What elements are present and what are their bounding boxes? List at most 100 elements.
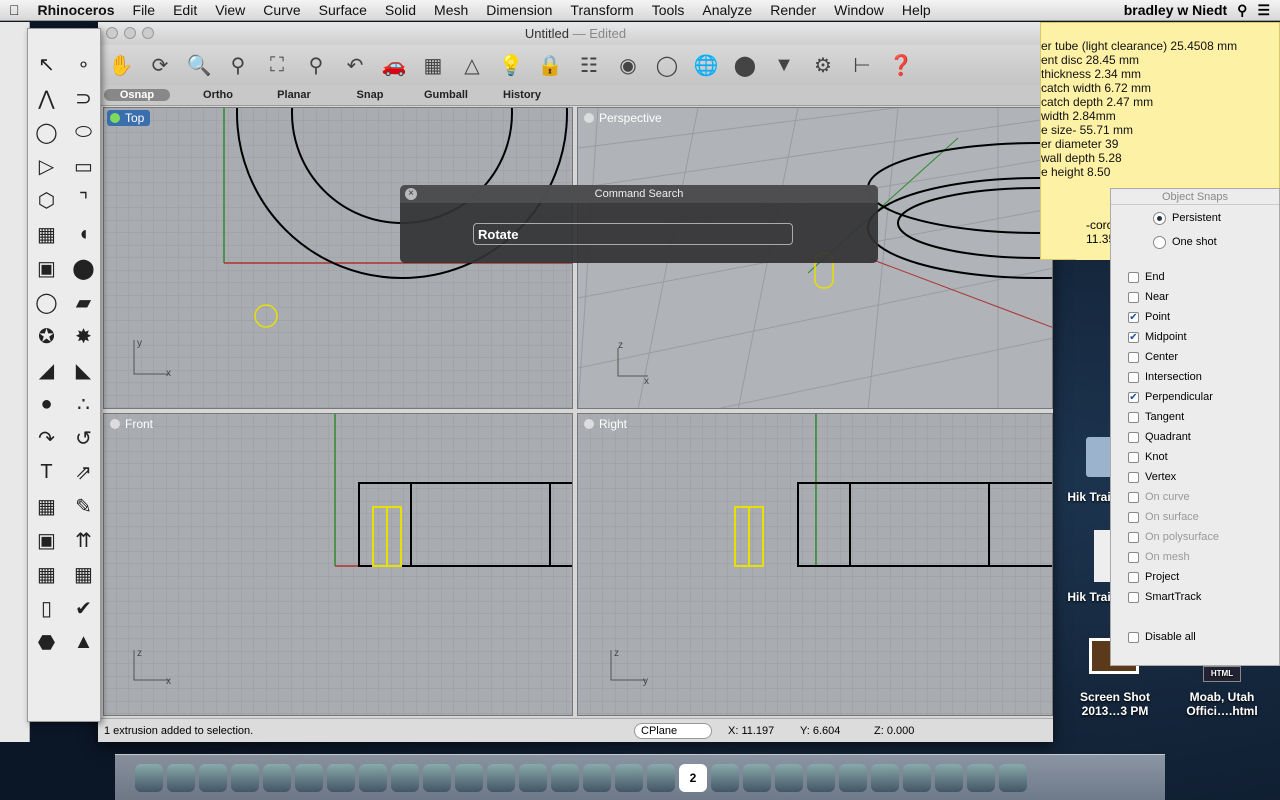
cplane-icon[interactable]: △ <box>457 50 487 80</box>
checkbox[interactable] <box>1128 291 1139 303</box>
spotlight-search-icon[interactable]: ⚲ <box>1237 2 1247 19</box>
checkbox-project[interactable]: Project <box>1111 567 1279 587</box>
zoom-extents-icon[interactable]: ⛶ <box>262 50 292 80</box>
polyline-icon[interactable]: ⋀ <box>28 81 65 115</box>
rectangle-icon[interactable]: ▭ <box>65 149 102 183</box>
light-icon[interactable]: ▼ <box>769 50 799 80</box>
html-file-icon[interactable]: HTML <box>1203 666 1241 682</box>
menu-mesh[interactable]: Mesh <box>425 2 477 18</box>
patch-icon[interactable]: ▰ <box>65 285 102 319</box>
checkbox[interactable] <box>1128 511 1139 523</box>
checkbox-on-surface[interactable]: On surface <box>1111 507 1279 527</box>
checkbox-near[interactable]: Near <box>1111 287 1279 307</box>
menu-view[interactable]: View <box>206 2 254 18</box>
dock-skype-icon[interactable] <box>487 763 515 792</box>
desktop-icon-label[interactable]: Moab, Utah Offici….html <box>1172 690 1272 718</box>
viewport-right[interactable]: Right z y <box>577 413 1053 716</box>
command-search-input[interactable] <box>473 223 793 245</box>
points-icon[interactable]: ∴ <box>65 387 102 421</box>
rotate-view-icon[interactable]: ⟳ <box>145 50 175 80</box>
viewport-label-right[interactable]: Right <box>581 416 633 432</box>
checkbox-end[interactable]: End <box>1111 267 1279 287</box>
check-icon[interactable]: ✔ <box>65 591 102 625</box>
checkbox[interactable] <box>1128 491 1139 503</box>
dock-app-store-icon[interactable] <box>327 763 355 792</box>
mode-planar[interactable]: Planar <box>256 89 332 101</box>
grid-icon[interactable]: ▦ <box>418 50 448 80</box>
array-icon[interactable]: ▦ <box>28 489 65 523</box>
trim-icon[interactable]: ◣ <box>65 353 102 387</box>
grid-array-icon[interactable]: ▦ <box>28 557 65 591</box>
layers-icon[interactable]: ☷ <box>574 50 604 80</box>
radio-one-shot[interactable]: One shot <box>1111 232 1279 252</box>
dock-folder-icon[interactable] <box>871 763 899 792</box>
edit-icon[interactable]: ✎ <box>65 489 102 523</box>
checkbox-vertex[interactable]: Vertex <box>1111 467 1279 487</box>
menu-help[interactable]: Help <box>893 2 940 18</box>
help-icon[interactable]: ❓ <box>886 50 916 80</box>
hexagon-icon[interactable]: ⬡ <box>28 183 65 217</box>
dock-document-icon[interactable] <box>903 763 931 792</box>
text-icon[interactable]: T <box>28 455 65 489</box>
box-icon[interactable]: ▣ <box>28 251 65 285</box>
point-icon[interactable]: ∘ <box>65 47 102 81</box>
dock-publisher-icon[interactable] <box>455 763 483 792</box>
curve-icon[interactable]: ⊃ <box>65 81 102 115</box>
dock-dashboard-icon[interactable] <box>199 763 227 792</box>
checkbox-perpendicular[interactable]: ✔ Perpendicular <box>1111 387 1279 407</box>
checkbox[interactable] <box>1128 471 1139 483</box>
checkbox-midpoint[interactable]: ✔ Midpoint <box>1111 327 1279 347</box>
checkbox-point[interactable]: ✔ Point <box>1111 307 1279 327</box>
checkbox[interactable] <box>1128 451 1139 463</box>
dock-word-icon[interactable] <box>423 763 451 792</box>
checkbox-disable-all[interactable]: Disable all <box>1111 627 1279 647</box>
close-icon[interactable]: × <box>405 188 417 200</box>
user-name[interactable]: bradley w Niedt <box>1124 2 1227 18</box>
fillet-icon[interactable]: ⌝ <box>65 183 102 217</box>
radio-button[interactable] <box>1153 211 1166 225</box>
dock-preview-2-icon[interactable] <box>967 763 995 792</box>
select-arrow-icon[interactable]: ↖ <box>28 47 65 81</box>
arc-icon[interactable]: ↺ <box>65 421 102 455</box>
checkbox[interactable] <box>1128 371 1139 383</box>
menu-edit[interactable]: Edit <box>164 2 206 18</box>
checkbox[interactable] <box>1128 351 1139 363</box>
render-sphere-icon[interactable]: ⬤ <box>730 50 760 80</box>
menu-analyze[interactable]: Analyze <box>693 2 761 18</box>
viewport-label-top[interactable]: Top <box>107 110 151 126</box>
boolean-icon[interactable]: ● <box>28 387 65 421</box>
checkbox[interactable] <box>1128 531 1139 543</box>
zoom-window-button[interactable] <box>142 27 154 39</box>
checkbox[interactable] <box>1128 271 1139 283</box>
menu-transform[interactable]: Transform <box>561 2 642 18</box>
mode-ortho[interactable]: Ortho <box>180 89 256 101</box>
desktop-icon-label[interactable]: Hik Trail <box>1064 490 1114 504</box>
mode-gumball[interactable]: Gumball <box>408 89 484 101</box>
checkbox[interactable] <box>1128 591 1139 603</box>
zoom-icon[interactable]: 🔍 <box>184 50 214 80</box>
menu-render[interactable]: Render <box>761 2 825 18</box>
dock-trash-icon[interactable] <box>999 763 1027 792</box>
mode-snap[interactable]: Snap <box>332 89 408 101</box>
checkbox-on-mesh[interactable]: On mesh <box>1111 547 1279 567</box>
menu-file[interactable]: File <box>124 2 165 18</box>
dock-system-preferences-icon[interactable] <box>551 763 579 792</box>
checkbox[interactable]: ✔ <box>1128 311 1139 323</box>
menu-window[interactable]: Window <box>825 2 893 18</box>
explode-icon[interactable]: ✸ <box>65 319 102 353</box>
sphere-wire-icon[interactable]: ◯ <box>652 50 682 80</box>
checkbox-knot[interactable]: Knot <box>1111 447 1279 467</box>
dock-garageband-icon[interactable] <box>647 763 675 792</box>
flow-icon[interactable]: ▯ <box>28 591 65 625</box>
scale-icon[interactable]: ⇗ <box>65 455 102 489</box>
surface-icon[interactable]: ▦ <box>28 217 65 251</box>
sphere-icon[interactable]: ⬤ <box>65 251 102 285</box>
checkbox-on-curve[interactable]: On curve <box>1111 487 1279 507</box>
close-window-button[interactable] <box>106 27 118 39</box>
viewport-front[interactable]: Front z x <box>103 413 573 716</box>
dock-chrome-icon[interactable] <box>263 763 291 792</box>
dock-safari-icon[interactable] <box>295 763 323 792</box>
checkbox[interactable] <box>1128 631 1139 643</box>
zoom-selected-icon[interactable]: ⚲ <box>301 50 331 80</box>
mesh-icon[interactable]: ⬣ <box>28 625 65 659</box>
